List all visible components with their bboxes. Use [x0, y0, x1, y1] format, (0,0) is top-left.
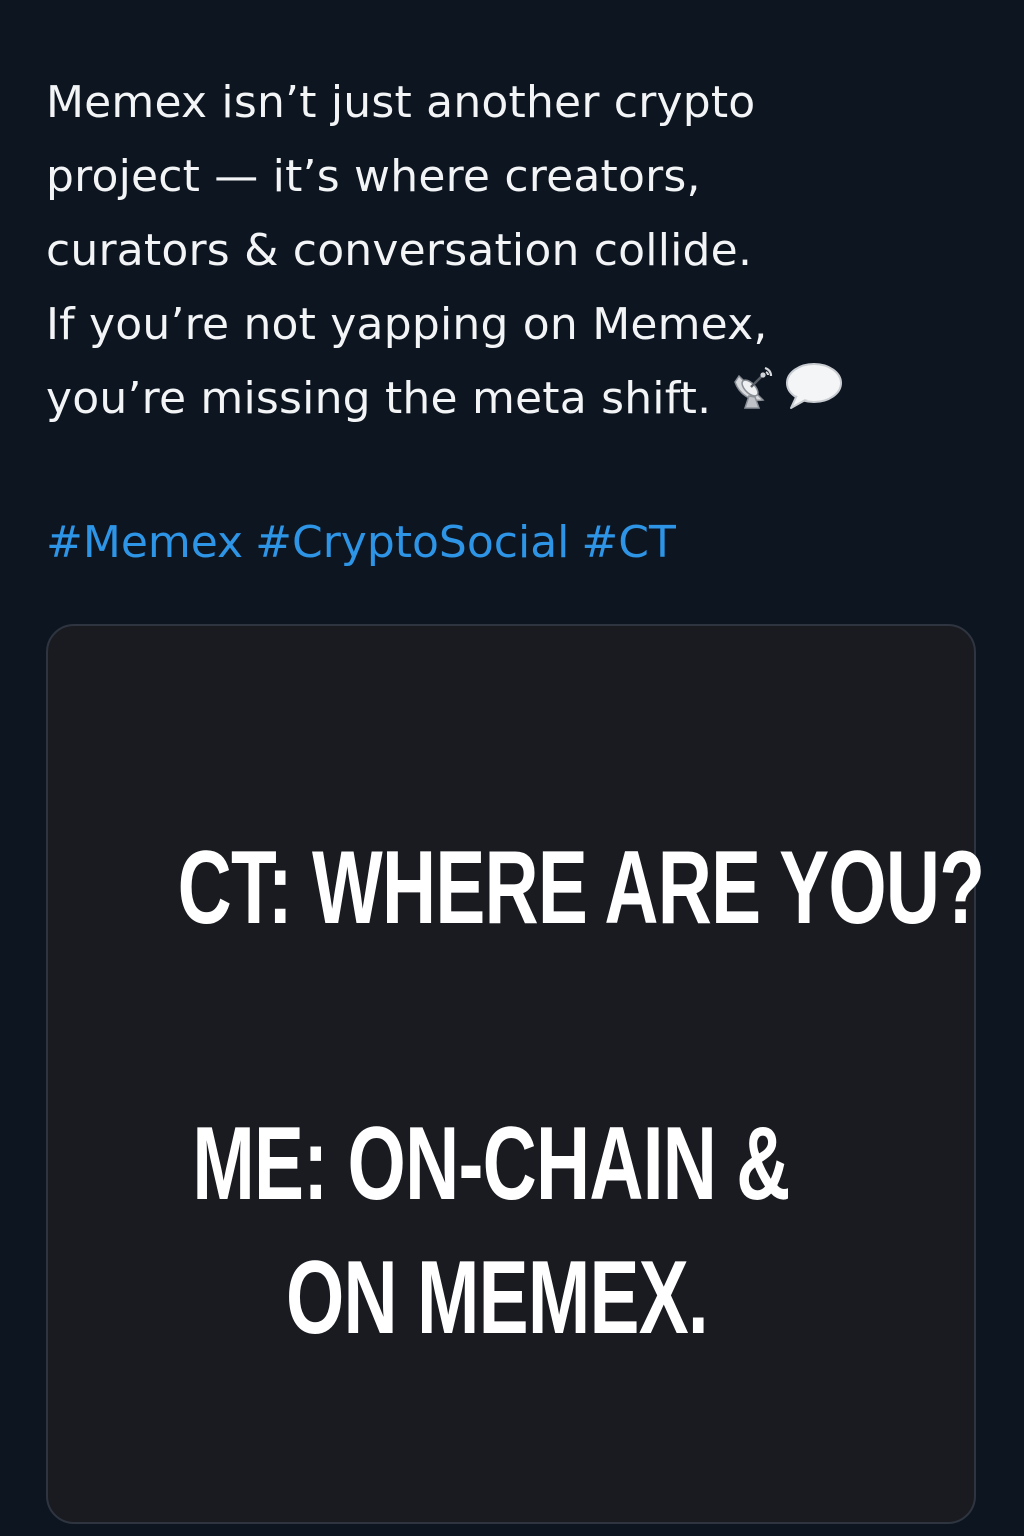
post-text-line: you’re missing the meta shift. [46, 373, 712, 424]
hashtag-list: #Memex #CryptoSocial #CT [46, 506, 688, 580]
post-text-line: If you’re not yapping on Memex, [46, 299, 768, 350]
hashtag-cryptosocial-link[interactable]: #CryptoSocial [255, 517, 569, 568]
post-text-line: project — it’s where creators, [46, 151, 701, 202]
media-image-card[interactable]: CT: WHERE ARE YOU? ME: ON-CHAIN & ON MEM… [46, 624, 985, 1524]
speech-bubble-emoji [785, 359, 843, 433]
post-text: Memex isn’t just another crypto project … [46, 66, 986, 439]
emoji-group [729, 357, 843, 433]
post-text-line: curators & conversation collide. [46, 225, 753, 276]
meme-caption-answer-line2: ON MEMEX. [285, 1240, 709, 1356]
hashtag-memex-link[interactable]: #Memex [46, 517, 243, 568]
meme-caption-answer-line1: ME: ON-CHAIN & [192, 1106, 790, 1222]
satellite-antenna-emoji [729, 359, 775, 433]
post-text-line: Memex isn’t just another crypto [46, 77, 756, 128]
post-text-last-line: you’re missing the meta shift. [46, 362, 986, 439]
hashtag-ct-link[interactable]: #CT [581, 517, 675, 568]
meme-caption-question: CT: WHERE ARE YOU? [177, 830, 985, 946]
